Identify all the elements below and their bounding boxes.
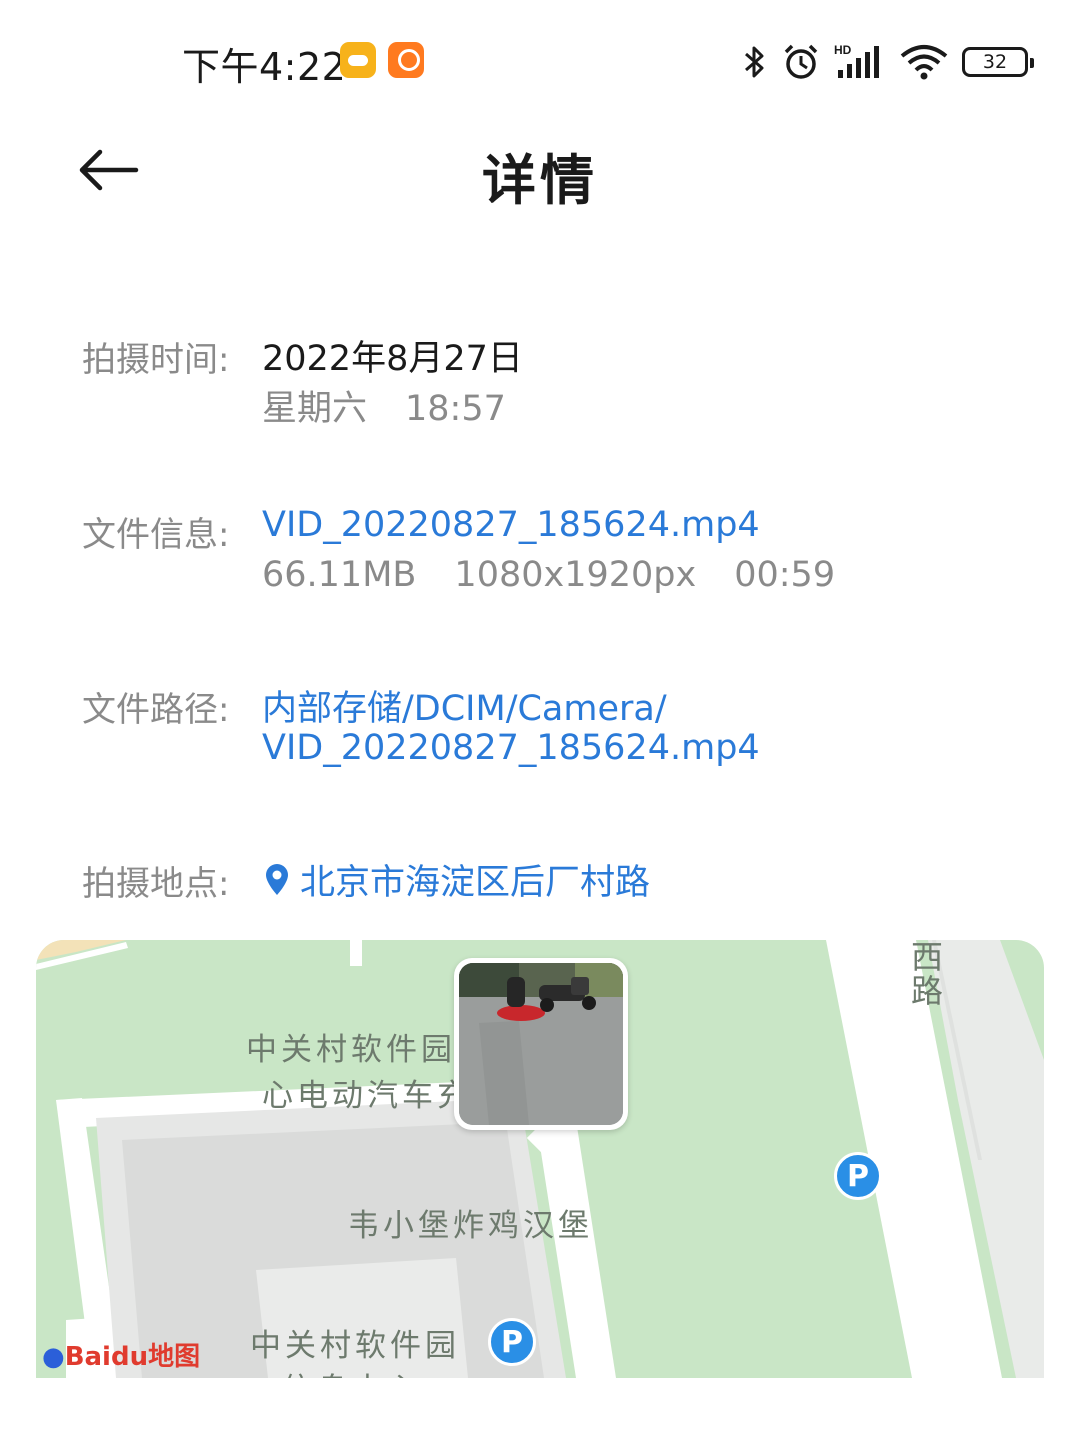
- file-name-link[interactable]: VID_20220827_185624.mp4: [262, 505, 760, 545]
- road-label-west: 西路: [906, 940, 944, 1008]
- file-path-label: 文件路径:: [82, 690, 230, 730]
- alarm-icon: [784, 44, 818, 79]
- location-label: 拍摄地点:: [82, 864, 230, 904]
- cloud-app-icon: [340, 42, 376, 78]
- bluetooth-icon: [745, 46, 764, 78]
- poi-info-center-line2[interactable]: 信息中心: [282, 1364, 422, 1378]
- file-duration: 00:59: [734, 555, 836, 595]
- capture-date: 2022年8月27日: [262, 339, 523, 379]
- status-icons: HD 32: [742, 40, 1034, 84]
- scooter-scene: [459, 963, 623, 1125]
- page-title: 详情: [482, 149, 598, 212]
- hd-badge: HD: [834, 43, 852, 57]
- battery-icon: 32: [962, 47, 1034, 77]
- taobao-badge: 6.18: [396, 70, 414, 79]
- parking-marker-right[interactable]: P: [834, 1152, 882, 1200]
- baidu-map-logo: ●Baidu地图: [42, 1342, 201, 1372]
- poi-zgc-ev-charging-line1[interactable]: 中关村软件园: [246, 1024, 456, 1069]
- file-size: 66.11MB: [262, 555, 417, 595]
- location-pin-icon: [266, 863, 288, 895]
- status-time: 下午4:22: [182, 45, 347, 89]
- location-address: 北京市海淀区后厂村路: [300, 863, 651, 903]
- file-meta: 66.11MB 1080x1920px 00:59: [262, 555, 835, 595]
- location-link[interactable]: 北京市海淀区后厂村路: [262, 854, 650, 905]
- file-path-line1[interactable]: 内部存储/DCIM/Camera/: [262, 680, 667, 731]
- video-thumbnail-image: [459, 963, 623, 1125]
- video-thumbnail-marker[interactable]: [454, 958, 628, 1130]
- location-map[interactable]: 西路 中关村软件园 心电动汽车充 韦小堡炸鸡汉堡 中关村软件园 信息中心 P P: [36, 940, 1044, 1378]
- file-info-label: 文件信息:: [82, 515, 230, 555]
- poi-info-center-line1[interactable]: 中关村软件园: [250, 1320, 460, 1365]
- poi-zgc-ev-charging-line2[interactable]: 心电动汽车充: [262, 1070, 472, 1115]
- capture-weekday: 星期六: [262, 389, 368, 429]
- wifi-icon: [900, 45, 948, 80]
- file-resolution: 1080x1920px: [454, 555, 697, 595]
- signal-icon: HD: [834, 43, 879, 78]
- capture-time-label: 拍摄时间:: [82, 340, 230, 380]
- battery-level: 32: [982, 51, 1008, 73]
- capture-weekday-time: 星期六 18:57: [262, 380, 506, 431]
- file-path-line2[interactable]: VID_20220827_185624.mp4: [262, 728, 760, 768]
- capture-time: 18:57: [405, 389, 506, 429]
- baidu-paw-icon: ●: [42, 1342, 65, 1372]
- poi-burger-shop[interactable]: 韦小堡炸鸡汉堡: [348, 1200, 593, 1245]
- status-bar: 下午4:22 6.18 HD 32: [0, 0, 1080, 120]
- parking-marker-bottom[interactable]: P: [488, 1318, 536, 1366]
